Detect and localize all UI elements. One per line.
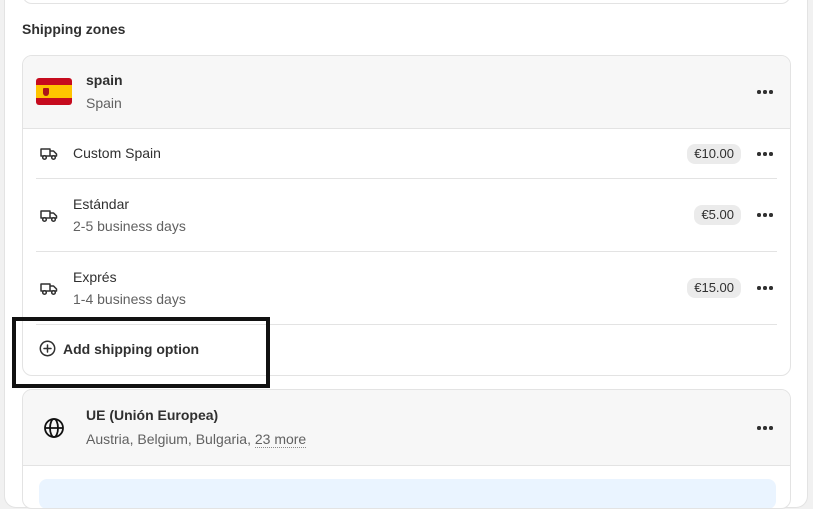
shipping-option-name: Estándar	[73, 196, 130, 212]
price-badge: €15.00	[687, 278, 741, 298]
option-menu-button[interactable]	[754, 204, 776, 226]
highlight-box	[12, 317, 270, 388]
zone-countries: Austria, Belgium, Bulgaria, 23 more	[86, 431, 307, 448]
price-badge: €5.00	[694, 205, 741, 225]
truck-icon	[40, 148, 58, 161]
price-badge: €10.00	[687, 144, 741, 164]
shipping-option-description: 2-5 business days	[73, 218, 186, 234]
zone-header: spain Spain	[23, 56, 790, 129]
shipping-option-description: 1-4 business days	[73, 291, 186, 307]
shipping-option-name: Custom Spain	[73, 145, 161, 161]
divider	[36, 178, 777, 179]
truck-icon	[40, 283, 58, 296]
option-menu-button[interactable]	[754, 143, 776, 165]
globe-icon	[36, 414, 72, 441]
shipping-zone-eu: UE (Unión Europea) Austria, Belgium, Bul…	[22, 389, 791, 509]
zone-header: UE (Unión Europea) Austria, Belgium, Bul…	[23, 390, 790, 466]
previous-card	[22, 0, 791, 4]
spain-flag-icon	[36, 78, 72, 105]
zone-menu-button[interactable]	[754, 81, 776, 103]
info-banner	[39, 479, 776, 508]
more-countries-link[interactable]: 23 more	[254, 431, 307, 448]
divider	[36, 251, 777, 252]
zone-menu-button[interactable]	[754, 417, 776, 439]
shipping-option-name: Exprés	[73, 269, 117, 285]
zone-name: spain	[86, 72, 123, 88]
zone-name: UE (Unión Europea)	[86, 407, 219, 423]
shipping-zones-heading: Shipping zones	[22, 21, 126, 37]
zone-countries-text: Austria, Belgium, Bulgaria,	[86, 431, 251, 447]
truck-icon	[40, 210, 58, 223]
option-menu-button[interactable]	[754, 277, 776, 299]
zone-countries: Spain	[86, 95, 122, 111]
